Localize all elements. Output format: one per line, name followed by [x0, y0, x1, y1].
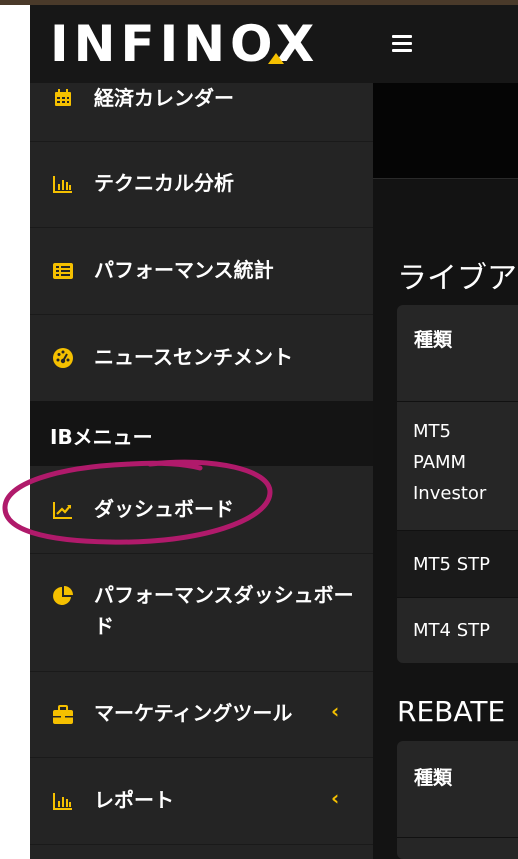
sidebar-item-performance-dashboard[interactable]: パフォーマンスダッシュボード	[30, 553, 373, 672]
sidebar-item-label: ニュースセンチメント	[94, 345, 293, 369]
table-header-row: 種類	[397, 305, 518, 402]
column-header-type: 種類	[414, 767, 453, 789]
briefcase-icon	[52, 704, 74, 726]
sidebar-item-label: パフォーマンスダッシュボード	[94, 583, 354, 638]
sidebar-item-reports[interactable]: レポート ‹	[30, 757, 373, 845]
account-type-cell: MT4 STP	[413, 620, 490, 641]
brand-logo[interactable]: INFINOX	[50, 13, 319, 75]
main-top-band	[373, 83, 518, 178]
sidebar-item-label: パフォーマンス統計	[94, 258, 274, 282]
sidebar-item-news-sentiment[interactable]: ニュースセンチメント	[30, 314, 373, 402]
table-row: MT4 STP	[397, 598, 518, 663]
sidebar-item-label: ダッシュボード	[94, 497, 234, 521]
line-chart-icon	[52, 499, 74, 521]
ib-menu-section-header: IBメニュー	[30, 401, 373, 466]
sidebar-item-economic-calendar[interactable]: 経済カレンダー	[30, 83, 373, 142]
bar-chart-icon	[52, 790, 74, 812]
sidebar-item-dashboard[interactable]: ダッシュボード	[30, 466, 373, 554]
chevron-left-icon[interactable]: ‹	[331, 786, 339, 810]
rebate-table: 種類	[397, 741, 518, 859]
table-header-row: 種類	[397, 741, 518, 838]
sidebar: 経済カレンダー テクニカル分析 パフォーマンス統計 ニュースセンチメント IBメ…	[30, 83, 373, 859]
table-row: MT5 STP	[397, 531, 518, 598]
main-content: ライブア 種類 MT5 PAMM Investor MT5 STP MT4 ST…	[373, 83, 518, 859]
section-title: IBメニュー	[50, 425, 153, 449]
chevron-left-icon[interactable]: ‹	[331, 699, 339, 723]
live-accounts-heading: ライブア	[397, 261, 517, 296]
logo-accent	[268, 53, 284, 64]
sidebar-item-marketing-tools[interactable]: マーケティングツール ‹	[30, 671, 373, 758]
bar-chart-icon	[52, 173, 74, 195]
rebate-heading: REBATE	[397, 695, 506, 728]
live-accounts-table: 種類 MT5 PAMM Investor MT5 STP MT4 STP	[397, 305, 518, 663]
sidebar-item-label: テクニカル分析	[94, 171, 234, 195]
table-row: MT5 PAMM Investor	[397, 402, 518, 531]
column-header-type: 種類	[414, 329, 453, 351]
app-header: INFINOX	[30, 5, 518, 83]
calendar-icon	[52, 87, 74, 109]
sidebar-item-technical-analysis[interactable]: テクニカル分析	[30, 141, 373, 228]
left-margin	[0, 5, 30, 859]
gauge-icon	[52, 347, 74, 369]
sidebar-item-label: レポート	[94, 788, 174, 812]
account-type-cell: MT5 PAMM Investor	[413, 421, 487, 504]
account-type-cell: MT5 STP	[413, 554, 490, 575]
sidebar-item-performance-stats[interactable]: パフォーマンス統計	[30, 227, 373, 315]
sidebar-item-label: 経済カレンダー	[94, 86, 234, 110]
sidebar-item-label: マーケティングツール	[94, 701, 293, 725]
hamburger-icon[interactable]	[392, 35, 412, 53]
list-card-icon	[52, 260, 74, 282]
pie-chart-icon	[52, 585, 74, 607]
